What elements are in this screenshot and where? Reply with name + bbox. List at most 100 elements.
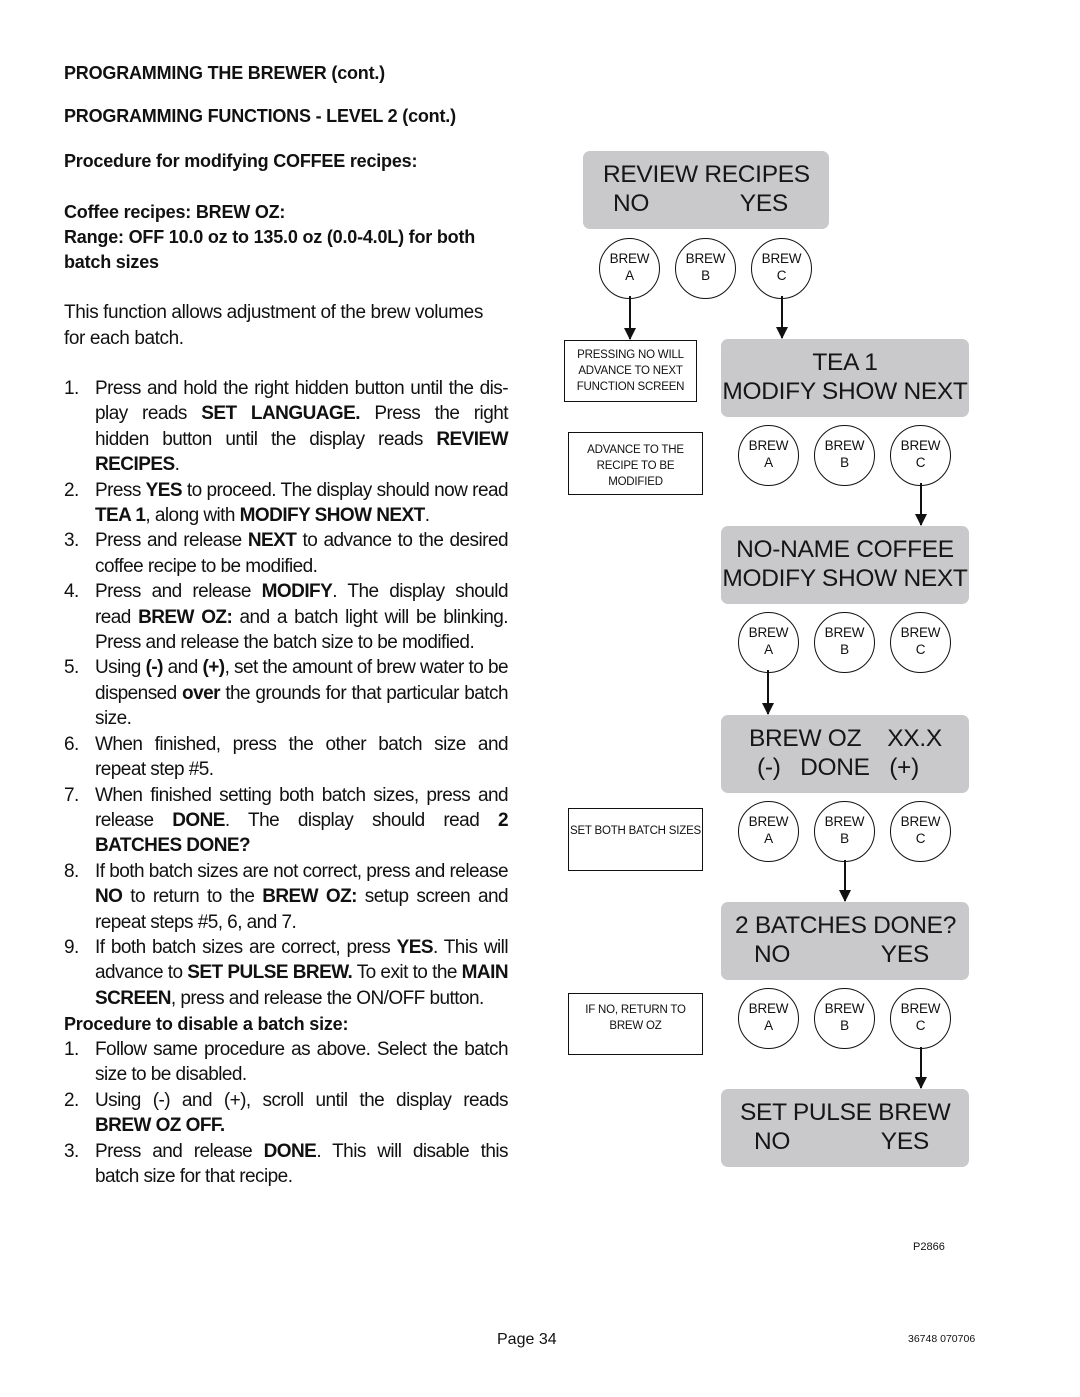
lcd-screen-review-recipes: REVIEW RECIPES NO YES xyxy=(583,151,829,229)
brew-b-button[interactable]: BREW B xyxy=(675,238,736,299)
brew-a-button[interactable]: BREW A xyxy=(599,238,660,299)
emphasis-text: SET LANGUAGE. xyxy=(201,403,360,425)
emphasis-text: (+) xyxy=(202,657,225,679)
step-text: . xyxy=(174,454,180,476)
emphasis-text: MODIFY SHOW NEXT xyxy=(239,505,426,527)
step-number: 3. xyxy=(64,1140,79,1162)
procedure-heading: Procedure for modifying COFFEE recipes: xyxy=(64,151,418,171)
step-text: Using xyxy=(95,657,146,679)
emphasis-text: YES xyxy=(145,479,183,501)
list-item: 6. When finished, press the other batch s… xyxy=(64,732,509,783)
brew-c-button[interactable]: BREW C xyxy=(751,238,812,299)
brew-label: BREW xyxy=(609,251,650,266)
step-text: , along with xyxy=(145,505,240,527)
lcd-line-2: MODIFY SHOW NEXT xyxy=(722,378,968,405)
step-text: to return to the xyxy=(122,886,263,908)
recipes-heading: Coffee recipes: BREW OZ: xyxy=(64,202,286,222)
step-text: to proceed. The display should now read xyxy=(182,479,509,501)
emphasis-text: DONE xyxy=(172,809,225,831)
brew-a-button[interactable]: BREW A xyxy=(738,425,799,486)
document-number: 36748 070706 xyxy=(908,1333,976,1345)
figure-id: P2866 xyxy=(913,1241,945,1253)
step-number: 2. xyxy=(64,1089,79,1111)
batch-letter: C xyxy=(776,268,787,283)
brew-label: BREW xyxy=(761,251,802,266)
list-item: 7. When finished setting both batch sizes… xyxy=(64,783,509,859)
lcd-line-2: (-) DONE (+) xyxy=(757,754,919,781)
note-if-no-return: IF NO, RETURN TO BREW OZ xyxy=(568,993,703,1055)
emphasis-text: DONE xyxy=(263,1140,317,1162)
list-item: 1. Follow same procedure as above. Select… xyxy=(64,1037,509,1088)
brew-b-button[interactable]: BREW B xyxy=(814,612,875,673)
brew-label: BREW xyxy=(900,1001,941,1016)
brew-c-button[interactable]: BREW C xyxy=(890,988,951,1049)
step-text: . xyxy=(424,505,430,527)
step-text: Press xyxy=(95,479,146,501)
brew-b-button[interactable]: BREW B xyxy=(814,988,875,1049)
emphasis-text: BREW OZ: xyxy=(138,606,233,628)
list-item: 8. If both batch sizes are not correct, p… xyxy=(64,859,509,935)
brew-a-button[interactable]: BREW A xyxy=(738,988,799,1049)
list-item: 9. If both batch sizes are correct, press… xyxy=(64,935,509,1011)
step-text: If both batch sizes are correct, press xyxy=(95,936,397,958)
disable-heading: Procedure to disable a batch size: xyxy=(64,1014,349,1034)
emphasis-text: YES xyxy=(396,936,434,958)
brew-label: BREW xyxy=(824,814,865,829)
disable-steps-list: 1. Follow same procedure as above. Select… xyxy=(64,1037,509,1189)
emphasis-text: BREW OZ OFF. xyxy=(95,1115,225,1137)
brew-label: BREW xyxy=(824,1001,865,1016)
batch-letter: A xyxy=(625,268,634,283)
step-number: 9. xyxy=(64,936,79,958)
emphasis-text: BREW OZ: xyxy=(262,886,357,908)
step-number: 2. xyxy=(64,479,79,501)
emphasis-text: NO xyxy=(95,886,123,908)
brew-c-button[interactable]: BREW C xyxy=(890,612,951,673)
step-number: 5. xyxy=(64,657,79,679)
step-text: If both batch sizes are not correct, pre… xyxy=(95,860,509,882)
batch-letter: B xyxy=(840,1018,849,1033)
arrow-down-icon xyxy=(624,296,636,340)
brew-label: BREW xyxy=(824,625,865,640)
brew-c-button[interactable]: BREW C xyxy=(890,801,951,862)
lcd-line-1: REVIEW RECIPES xyxy=(603,161,810,188)
step-number: 4. xyxy=(64,581,79,603)
brew-label: BREW xyxy=(824,438,865,453)
batch-letter: C xyxy=(915,831,926,846)
brew-label: BREW xyxy=(748,438,789,453)
step-text: When finished, press the other batch siz… xyxy=(95,733,509,781)
arrow-down-icon xyxy=(915,483,927,526)
lcd-screen-set-pulse-brew: SET PULSE BREW NO YES xyxy=(721,1089,969,1167)
step-text: and xyxy=(162,657,203,679)
step-text: Using (-) and (+), scroll until the disp… xyxy=(95,1089,509,1111)
brew-b-button[interactable]: BREW B xyxy=(814,425,875,486)
brew-b-button[interactable]: BREW B xyxy=(814,801,875,862)
lcd-line-1: NO-NAME COFFEE xyxy=(736,536,954,563)
brew-label: BREW xyxy=(748,814,789,829)
brew-label: BREW xyxy=(900,438,941,453)
lcd-screen-tea-1: TEA 1 MODIFY SHOW NEXT xyxy=(721,339,969,417)
lcd-line-1: 2 BATCHES DONE? xyxy=(735,912,957,939)
brew-a-button[interactable]: BREW A xyxy=(738,612,799,673)
step-text: Press and release xyxy=(95,1140,264,1162)
step-text: , press and release the ON/OFF button. xyxy=(170,987,484,1009)
lcd-line-1: TEA 1 xyxy=(812,349,878,376)
lcd-line-2: NO YES xyxy=(754,941,929,968)
brew-label: BREW xyxy=(900,625,941,640)
lcd-line-1: SET PULSE BREW xyxy=(740,1099,951,1126)
step-number: 6. xyxy=(64,733,79,755)
brew-label: BREW xyxy=(748,1001,789,1016)
intro-paragraph: This function allows adjustment of the b… xyxy=(64,302,483,349)
brew-c-button[interactable]: BREW C xyxy=(890,425,951,486)
range-heading: Range: OFF 10.0 oz to 135.0 oz (0.0-4.0L… xyxy=(64,227,476,272)
batch-letter: C xyxy=(915,455,926,470)
lcd-screen-brew-oz: BREW OZ XX.X (-) DONE (+) xyxy=(721,715,969,793)
batch-letter: B xyxy=(701,268,710,283)
brew-label: BREW xyxy=(685,251,726,266)
lcd-line-2: MODIFY SHOW NEXT xyxy=(722,565,968,592)
batch-letter: A xyxy=(764,831,773,846)
batch-letter: B xyxy=(840,831,849,846)
brew-a-button[interactable]: BREW A xyxy=(738,801,799,862)
arrow-down-icon xyxy=(762,670,774,715)
step-number: 7. xyxy=(64,784,79,806)
list-item: 4. Press and release MODIFY. The display … xyxy=(64,579,509,655)
